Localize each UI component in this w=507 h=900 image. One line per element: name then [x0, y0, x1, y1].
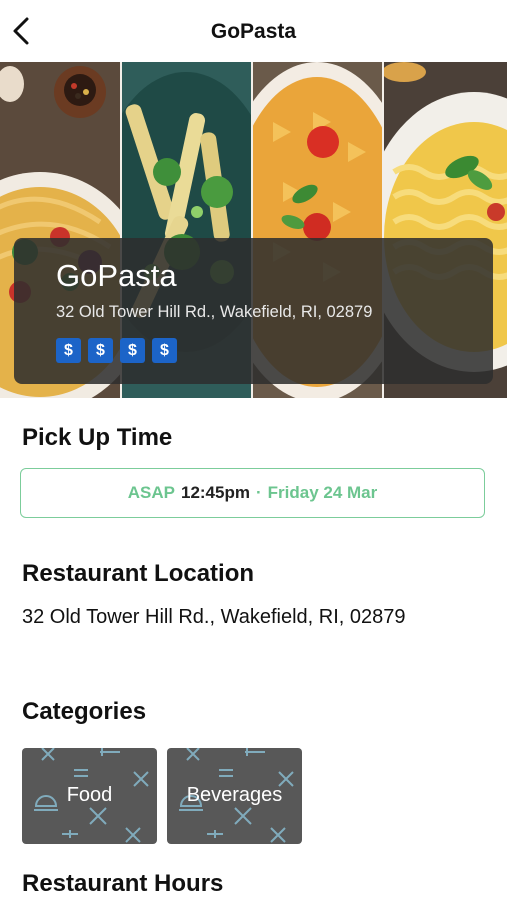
- pickup-time-heading: Pick Up Time: [22, 424, 173, 451]
- restaurant-page: GoPasta GoPasta 32 Old Tower Hill Rd., W…: [0, 0, 507, 900]
- pickup-time-value: 12:45pm: [180, 483, 250, 502]
- restaurant-location-address[interactable]: 32 Old Tower Hill Rd., Wakefield, RI, 02…: [22, 606, 406, 629]
- nav-bar: GoPasta: [0, 0, 507, 62]
- pickup-asap-label: ASAP: [127, 483, 175, 502]
- pickup-time-selector[interactable]: ASAP 12:45pm · Friday 24 Mar: [20, 468, 485, 518]
- hero-image: GoPasta 32 Old Tower Hill Rd., Wakefield…: [0, 62, 507, 398]
- category-label-beverages: Beverages: [186, 784, 283, 806]
- category-label-food: Food: [66, 784, 113, 806]
- page-title: GoPasta: [210, 20, 297, 43]
- restaurant-name: GoPasta: [56, 258, 177, 293]
- price-level: $ $ $ $: [56, 338, 177, 363]
- price-dollar-badge: $: [152, 338, 177, 363]
- restaurant-address: 32 Old Tower Hill Rd., Wakefield, RI, 02…: [56, 303, 373, 321]
- restaurant-hours-heading: Restaurant Hours: [22, 870, 224, 897]
- price-dollar-badge: $: [56, 338, 81, 363]
- pickup-separator: ·: [255, 483, 262, 502]
- category-tile-beverages[interactable]: Beverages: [167, 748, 302, 844]
- category-tile-food[interactable]: Food: [22, 748, 157, 844]
- categories-heading: Categories: [22, 698, 147, 725]
- restaurant-location-heading: Restaurant Location: [22, 560, 255, 587]
- pickup-date-value: Friday 24 Mar: [267, 483, 378, 502]
- price-dollar-badge: $: [88, 338, 113, 363]
- restaurant-info-card: GoPasta 32 Old Tower Hill Rd., Wakefield…: [14, 238, 493, 384]
- price-dollar-badge: $: [120, 338, 145, 363]
